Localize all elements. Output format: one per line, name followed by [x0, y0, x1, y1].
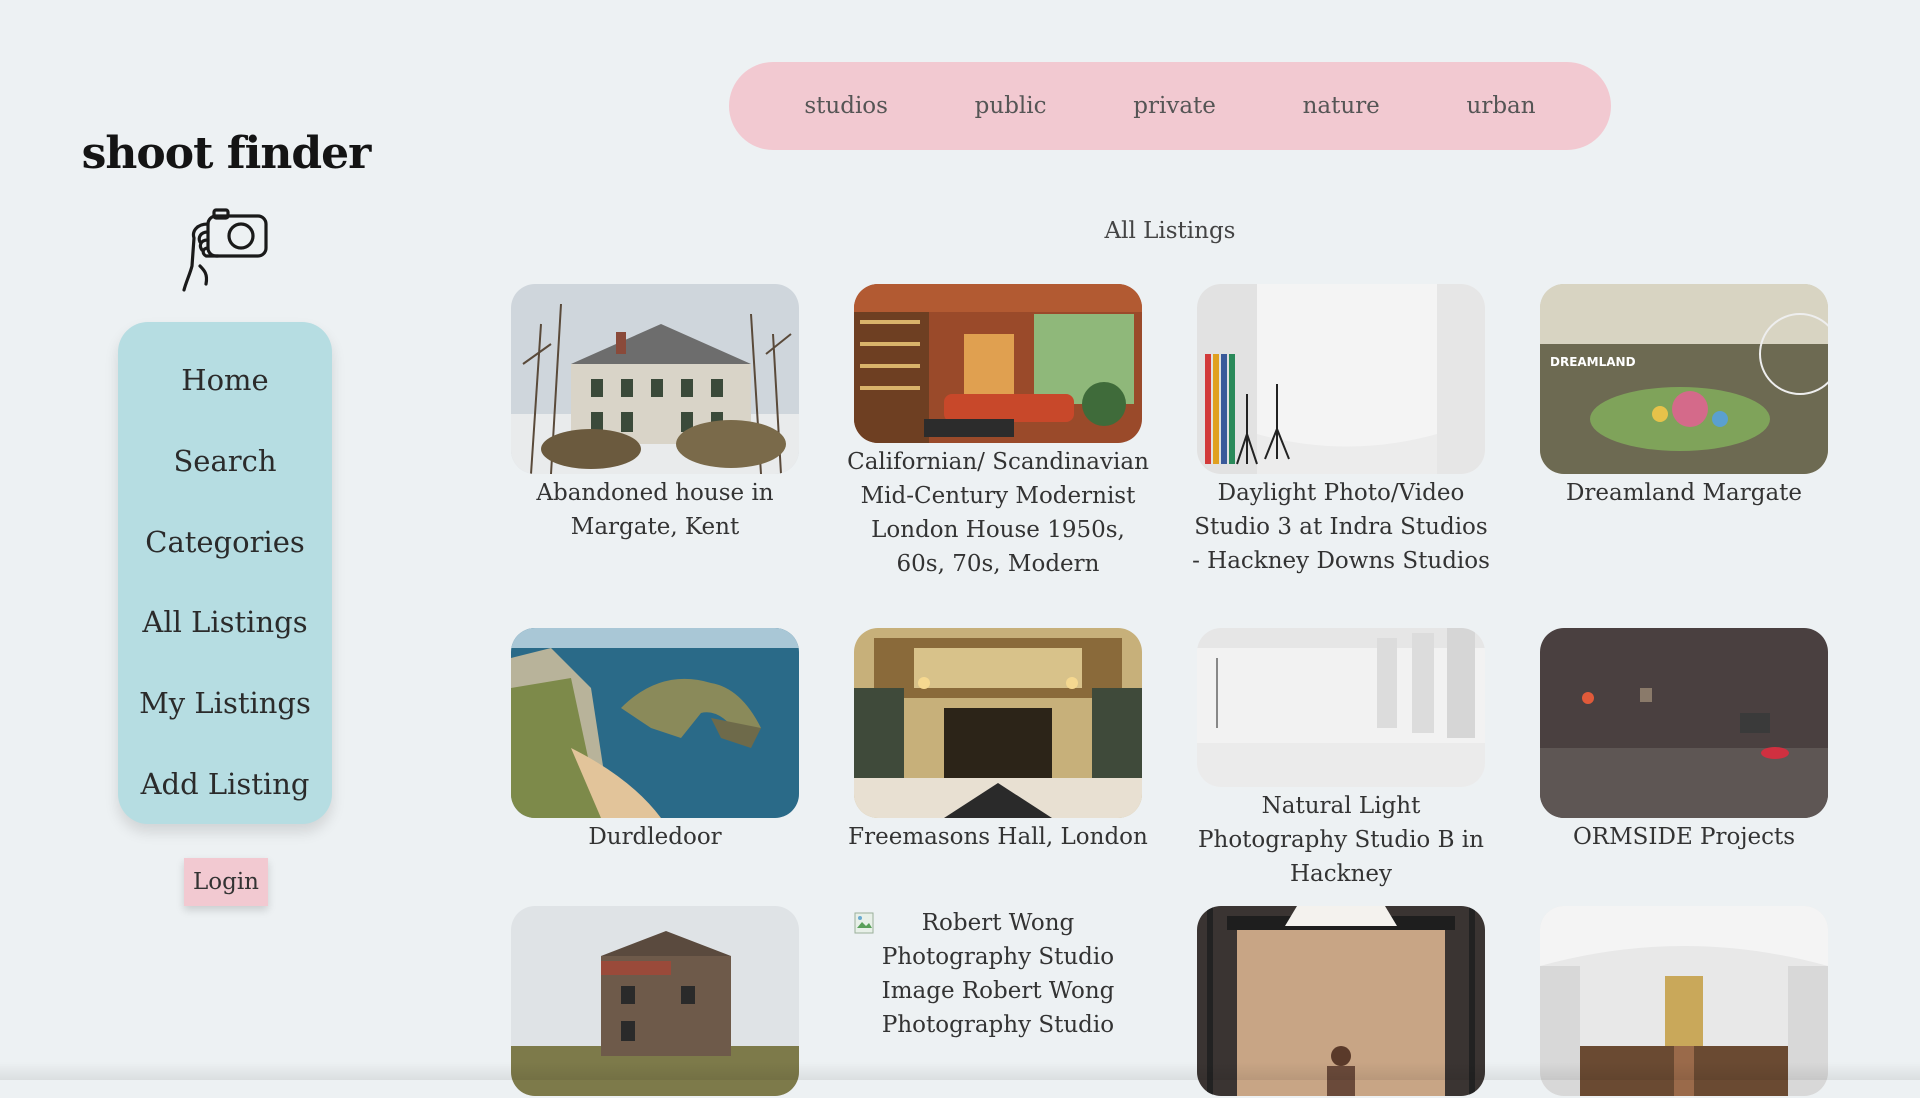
listing-image	[1197, 284, 1485, 474]
listing-card[interactable]: Robert Wong Photography Studio Image Rob…	[843, 906, 1153, 1042]
listing-card[interactable]: Abandoned house in Margate, Kent	[500, 284, 810, 544]
listing-card[interactable]: Natural Light Photography Studio B in Ha…	[1186, 628, 1496, 891]
listing-image	[1540, 628, 1828, 818]
listing-card[interactable]: Freemasons Hall, London	[843, 628, 1153, 854]
listing-image	[854, 628, 1142, 818]
listing-caption: Dreamland Margate	[1565, 480, 1803, 506]
bottom-shadow	[0, 1062, 1920, 1080]
listing-caption: Abandoned house in Margate, Kent	[536, 480, 774, 540]
listing-card[interactable]: Daylight Photo/Video Studio 3 at Indra S…	[1186, 284, 1496, 578]
broken-image-alt-text: Robert Wong Photography Studio Image Rob…	[854, 906, 1142, 1042]
svg-text:DREAMLAND: DREAMLAND	[1550, 355, 1636, 369]
listing-caption: Durdledoor	[588, 824, 722, 850]
listing-image: DREAMLAND	[1540, 284, 1828, 474]
listing-image	[511, 628, 799, 818]
listing-card[interactable]: Durdledoor	[500, 628, 810, 854]
listing-caption: ORMSIDE Projects	[1572, 824, 1796, 850]
listing-image	[1197, 628, 1485, 787]
listing-caption: Californian/ Scandinavian Mid-Century Mo…	[847, 449, 1149, 577]
listing-grid: Abandoned house in Margate, Kent Califor…	[0, 0, 1920, 1096]
listing-caption: Freemasons Hall, London	[848, 824, 1148, 850]
listing-card[interactable]: ORMSIDE Projects	[1529, 628, 1839, 854]
listing-image	[854, 284, 1142, 443]
listing-caption: Natural Light Photography Studio B in Ha…	[1198, 793, 1484, 887]
listing-card[interactable]: Californian/ Scandinavian Mid-Century Mo…	[843, 284, 1153, 581]
listing-caption: Robert Wong Photography Studio Image Rob…	[881, 910, 1115, 1038]
listing-image	[511, 284, 799, 474]
listing-card[interactable]: DREAMLAND Dreamland Margate	[1529, 284, 1839, 510]
broken-image-icon	[854, 910, 874, 934]
listing-caption: Daylight Photo/Video Studio 3 at Indra S…	[1192, 480, 1490, 574]
